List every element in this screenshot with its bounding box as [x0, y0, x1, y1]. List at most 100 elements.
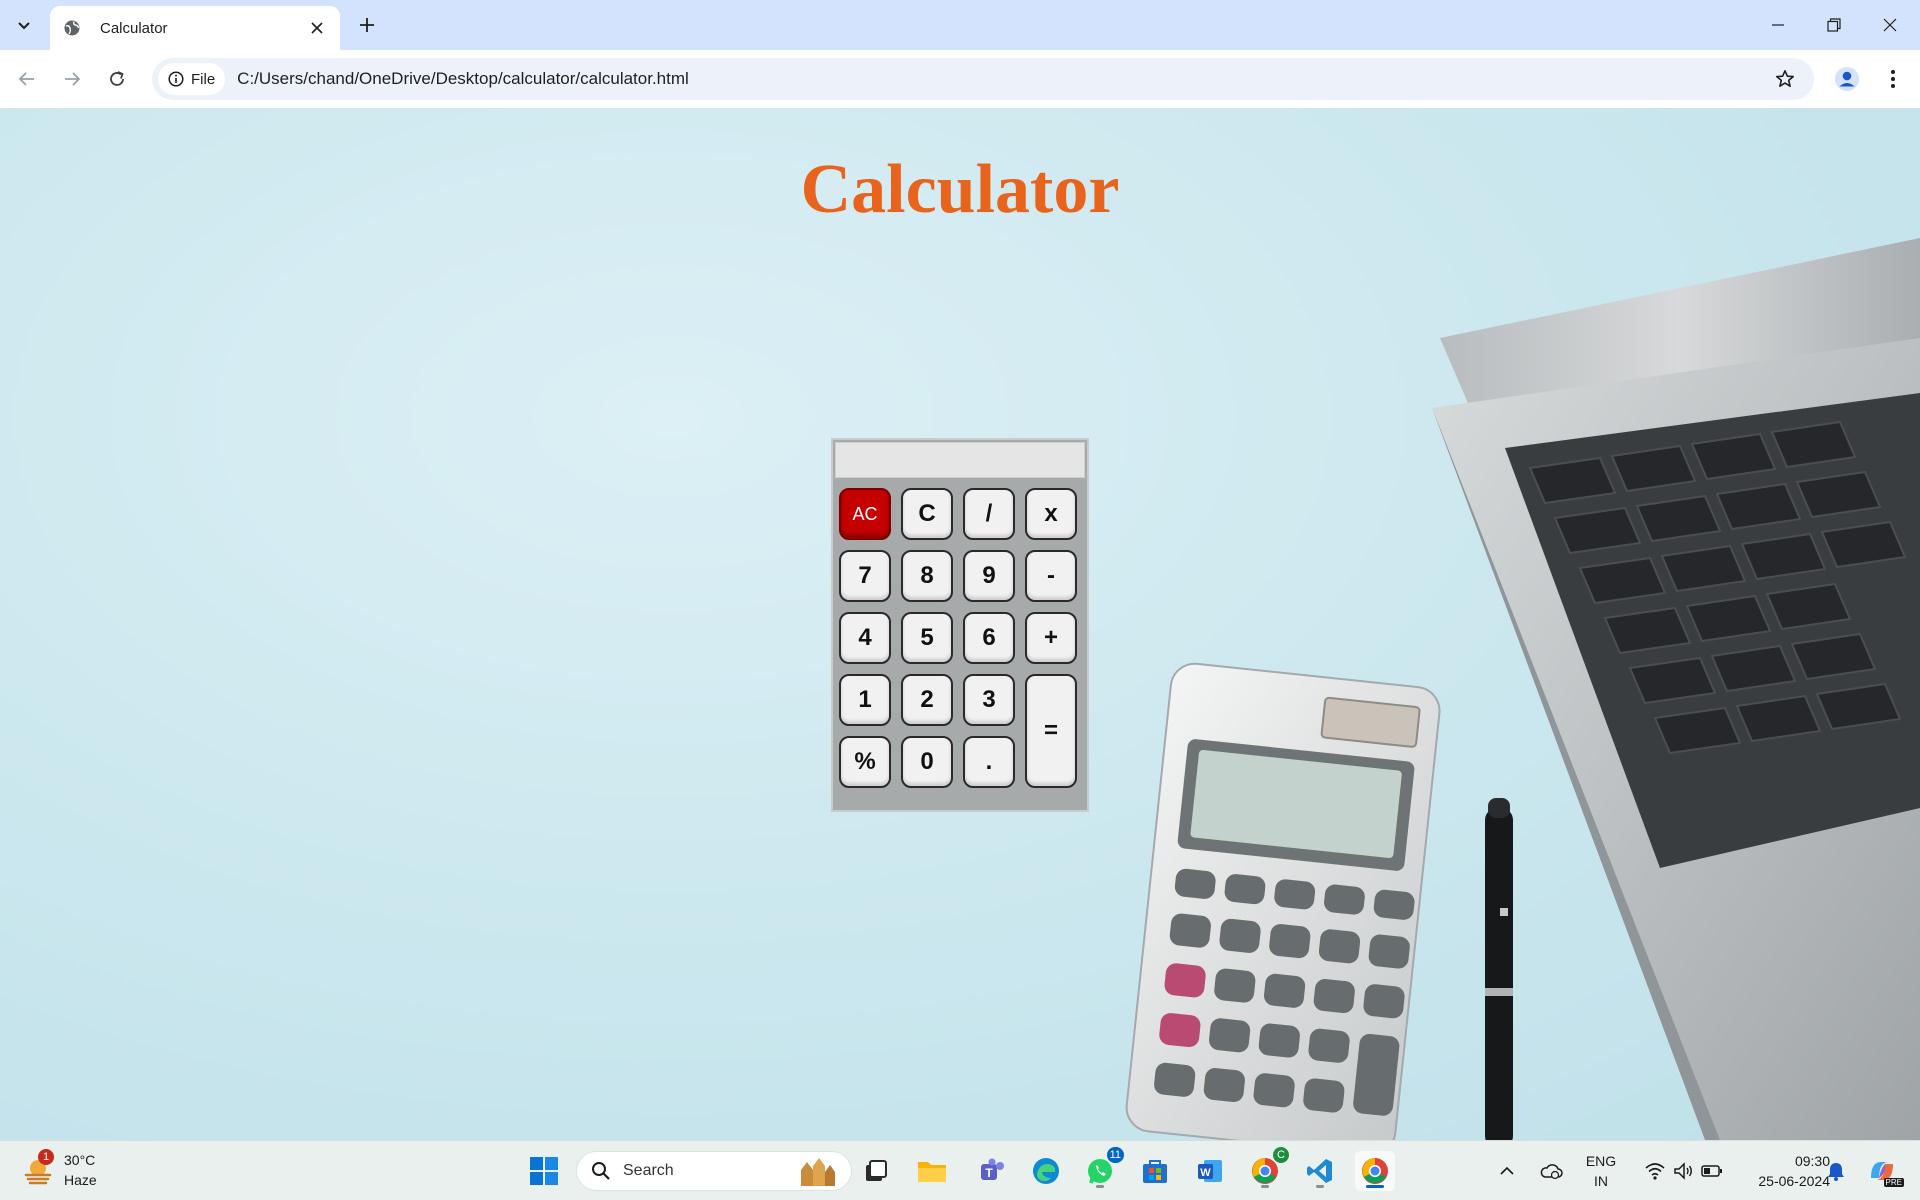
tab-calculator[interactable]: Calculator: [50, 6, 340, 50]
reload-icon: [110, 71, 124, 86]
word-button[interactable]: W: [1190, 1151, 1230, 1191]
restore-icon: [1827, 18, 1841, 32]
region-code: IN: [1594, 1173, 1608, 1189]
chrome-icon: [1362, 1158, 1388, 1184]
site-info-chip[interactable]: File: [158, 63, 226, 95]
quick-settings-button[interactable]: [1636, 1151, 1732, 1191]
task-view-button[interactable]: [856, 1151, 896, 1191]
tab-title: Calculator: [100, 19, 168, 37]
profile-avatar-icon[interactable]: [1830, 62, 1864, 96]
chevron-up-icon: [1500, 1166, 1514, 1175]
chrome-canary-button[interactable]: C: [1245, 1147, 1289, 1191]
copilot-button[interactable]: PRE: [1860, 1151, 1904, 1191]
close-icon: [1883, 18, 1897, 32]
key-3-button[interactable]: 3: [963, 674, 1015, 726]
windows-logo-icon: [530, 1157, 558, 1185]
globe-icon: [62, 18, 82, 38]
chevron-down-icon: [18, 22, 30, 30]
microsoft-store-button[interactable]: [1135, 1151, 1175, 1191]
whatsapp-button[interactable]: 11: [1080, 1147, 1124, 1191]
folder-icon: [918, 1162, 946, 1182]
weather-widget[interactable]: 1 30°C Haze: [20, 1149, 120, 1193]
input-language-indicator[interactable]: ENG IN: [1576, 1151, 1626, 1191]
key-6-button[interactable]: 6: [963, 612, 1015, 664]
ac-button[interactable]: AC: [839, 488, 891, 540]
edge-icon: [1033, 1158, 1059, 1184]
bookmark-star-icon[interactable]: [1768, 62, 1802, 96]
key-1-button[interactable]: 1: [839, 674, 891, 726]
restore-button[interactable]: [1806, 0, 1862, 50]
copilot-preview-label: PRE: [1883, 1178, 1904, 1187]
browser-toolbar: File C:/Users/chand/OneDrive/Desktop/cal…: [0, 50, 1920, 108]
percent-button[interactable]: %: [839, 736, 891, 788]
address-bar[interactable]: File C:/Users/chand/OneDrive/Desktop/cal…: [152, 58, 1814, 100]
new-tab-button[interactable]: [352, 10, 382, 40]
word-icon: W: [1198, 1160, 1222, 1182]
svg-text:T: T: [985, 1166, 993, 1180]
minimize-button[interactable]: [1750, 0, 1806, 50]
close-tab-icon[interactable]: [306, 17, 328, 39]
equals-button[interactable]: =: [1025, 674, 1077, 788]
active-indicator: [1366, 1185, 1384, 1188]
back-button[interactable]: [10, 62, 44, 96]
key-5-button[interactable]: 5: [901, 612, 953, 664]
language-code: ENG: [1585, 1153, 1617, 1169]
notifications-button[interactable]: [1816, 1151, 1856, 1191]
battery-icon: [1701, 1165, 1722, 1177]
tab-search-button[interactable]: [7, 9, 41, 41]
store-icon: [1143, 1160, 1167, 1183]
key-0-button[interactable]: 0: [901, 736, 953, 788]
close-window-button[interactable]: [1862, 0, 1918, 50]
cloud-sync-icon: [1540, 1164, 1563, 1180]
weather-alert-badge: 1: [38, 1149, 54, 1165]
decimal-button[interactable]: .: [963, 736, 1015, 788]
multiply-button[interactable]: x: [1025, 488, 1077, 540]
taskbar-search-box[interactable]: Search: [576, 1151, 852, 1191]
key-9-button[interactable]: 9: [963, 550, 1015, 602]
plus-icon: [360, 18, 374, 32]
svg-text:W: W: [1200, 1167, 1211, 1179]
search-highlight-icon: [801, 1158, 835, 1186]
minus-button[interactable]: -: [1025, 550, 1077, 602]
clear-button[interactable]: C: [901, 488, 953, 540]
page-heading: Calculator: [800, 151, 1120, 228]
site-chip-label: File: [191, 70, 216, 88]
edge-button[interactable]: [1026, 1151, 1066, 1191]
taskbar: 1 30°C Haze Search T 11 W C ENG IN 09:30…: [0, 1140, 1920, 1200]
vscode-button[interactable]: [1300, 1151, 1340, 1191]
weather-condition: Haze: [64, 1172, 97, 1188]
search-placeholder: Search: [623, 1162, 674, 1179]
reload-button[interactable]: [100, 62, 134, 96]
calculator-widget: AC C / x 7 8 9 - 4 5 6 + 1 2 3 = % 0 .: [831, 438, 1089, 812]
vscode-icon: [1307, 1159, 1332, 1183]
whatsapp-unread-badge: 11: [1106, 1147, 1124, 1163]
bell-icon: [1828, 1163, 1844, 1181]
teams-icon: T: [981, 1158, 1004, 1180]
arrow-right-icon: [65, 72, 81, 86]
arrow-left-icon: [18, 72, 34, 86]
search-icon: [592, 1162, 610, 1180]
chrome-button[interactable]: [1355, 1151, 1395, 1191]
task-view-icon: [866, 1160, 887, 1181]
running-indicator: [1316, 1185, 1324, 1188]
more-menu-icon[interactable]: [1876, 62, 1910, 96]
onedrive-sync-button[interactable]: [1534, 1151, 1568, 1191]
divide-button[interactable]: /: [963, 488, 1015, 540]
url-text[interactable]: C:/Users/chand/OneDrive/Desktop/calculat…: [237, 69, 1768, 89]
show-hidden-icons-button[interactable]: [1492, 1151, 1522, 1191]
tab-strip: Calculator: [0, 0, 1920, 50]
wifi-icon: [1645, 1163, 1665, 1180]
key-7-button[interactable]: 7: [839, 550, 891, 602]
running-indicator: [1096, 1185, 1104, 1188]
start-button[interactable]: [524, 1151, 564, 1191]
key-8-button[interactable]: 8: [901, 550, 953, 602]
page-viewport: Calculator AC C / x 7 8 9 - 4 5 6 + 1 2 …: [0, 108, 1920, 1140]
file-explorer-button[interactable]: [912, 1151, 952, 1191]
key-2-button[interactable]: 2: [901, 674, 953, 726]
info-icon: [168, 71, 184, 87]
key-4-button[interactable]: 4: [839, 612, 891, 664]
teams-button[interactable]: T: [972, 1151, 1012, 1191]
volume-icon: [1674, 1162, 1692, 1180]
forward-button[interactable]: [55, 62, 89, 96]
plus-button[interactable]: +: [1025, 612, 1077, 664]
